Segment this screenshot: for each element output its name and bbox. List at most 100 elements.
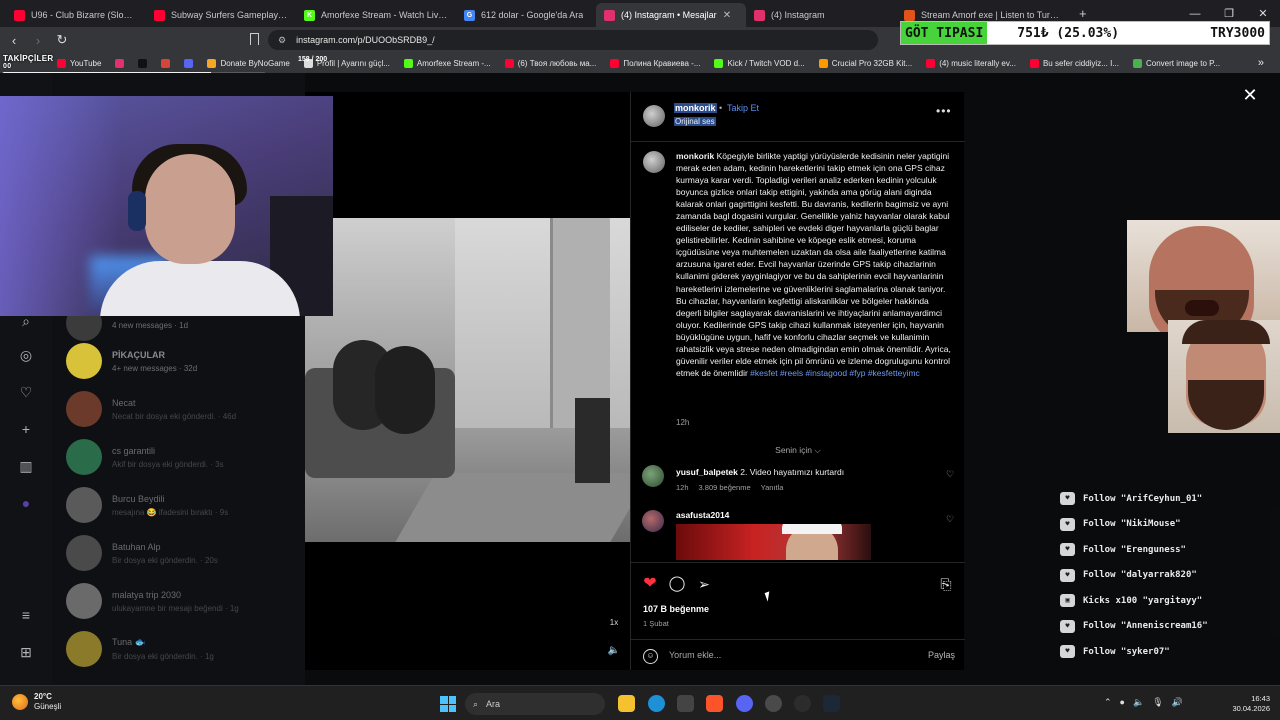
original-audio-link[interactable]: Orijinal ses	[674, 117, 716, 126]
restore-icon[interactable]: ❐	[1212, 7, 1246, 20]
avatar	[66, 343, 102, 379]
bookmark-item[interactable]: Bu sefer ciddiyiz... I...	[1023, 58, 1126, 68]
bookmark-item[interactable]	[177, 58, 200, 68]
browser-tab[interactable]: (4) Instagram • Mesajlar ✕	[596, 3, 746, 27]
new-tab-button[interactable]: +	[1071, 6, 1095, 21]
browser-tab[interactable]: (4) Instagram	[746, 3, 896, 27]
dm-conversation[interactable]: Burcu Beydili mesajına 😂 ifadesini bırakt…	[66, 481, 306, 529]
clock[interactable]: 16:43 30.04.2026	[1228, 694, 1270, 714]
windows-start-icon[interactable]	[440, 696, 456, 712]
emoji-icon[interactable]: ☺	[643, 649, 658, 664]
explore-icon[interactable]: ◎	[18, 347, 34, 363]
follow-button[interactable]: Takip Et	[727, 103, 759, 113]
follower-goal-sub: 00	[3, 63, 12, 70]
post-comment-button[interactable]: Paylaş	[928, 650, 955, 660]
comment-bubble-icon[interactable]: ◯	[668, 575, 686, 593]
threads-icon[interactable]: ●	[18, 495, 34, 511]
author-username[interactable]: monkorik	[674, 103, 717, 113]
more-options-icon[interactable]: •••	[936, 104, 952, 118]
comment-body: yusuf_balpetek 2. Video hayatımızı kurta…	[676, 467, 844, 477]
terminal-icon[interactable]	[677, 695, 694, 712]
save-bookmark-icon[interactable]: ⎘	[937, 575, 955, 593]
reply-button[interactable]: Yanıtla	[761, 483, 784, 492]
close-window-icon[interactable]: ✕	[1246, 7, 1280, 20]
author-avatar[interactable]	[643, 105, 665, 127]
commenter-avatar[interactable]	[642, 465, 664, 487]
browser-tab[interactable]: G 612 dolar - Google'da Ara	[456, 3, 596, 27]
menu-icon[interactable]: ≡	[18, 607, 34, 623]
bookmark-page-icon[interactable]	[250, 33, 259, 45]
forward-icon[interactable]: ›	[28, 33, 48, 48]
dm-conversation[interactable]: Necat Necat bir dosya eki gönderdi. · 46d	[66, 385, 306, 433]
tray-app-icon[interactable]: ●	[1120, 697, 1125, 708]
dashboard-icon[interactable]: ▥	[18, 458, 34, 474]
commenter-avatar[interactable]	[642, 510, 664, 532]
bookmark-item[interactable]: Convert image to P...	[1126, 58, 1227, 68]
bookmark-item[interactable]: (4) music literally ev...	[919, 58, 1023, 68]
reload-icon[interactable]: ↻	[52, 32, 72, 48]
volume-icon[interactable]: 🔈	[605, 642, 623, 660]
speed-button[interactable]: 1x	[605, 614, 623, 632]
dm-conversation[interactable]: Tuna 🐟 Bir dosya eki gönderdin. · 1g	[66, 625, 306, 673]
like-comment-heart-icon[interactable]: ♡	[946, 514, 954, 525]
dm-conversation[interactable]: PİKAÇULAR 4+ new messages · 32d	[66, 337, 306, 385]
apps-grid-icon[interactable]: ⊞	[18, 644, 34, 660]
caption-username[interactable]: monkorik	[676, 151, 714, 161]
caption-author-avatar[interactable]	[643, 151, 665, 173]
speaker-icon[interactable]: 🔈	[1133, 697, 1144, 708]
site-info-icon[interactable]: ⚙	[278, 35, 286, 46]
like-comment-heart-icon[interactable]: ♡	[946, 469, 954, 480]
bookmark-item[interactable]	[108, 58, 131, 68]
commenter-username[interactable]: asafusta2014	[676, 510, 729, 520]
back-icon[interactable]: ‹	[4, 33, 24, 48]
comment-input[interactable]	[669, 650, 899, 660]
obs-icon[interactable]	[794, 695, 811, 712]
share-send-icon[interactable]: ➢	[695, 575, 713, 593]
dm-preview: Bir dosya eki gönderdin. · 1g	[112, 652, 214, 661]
browser-tab[interactable]: Subway Surfers Gameplay No Copyr	[146, 3, 296, 27]
comment-image[interactable]	[676, 524, 871, 560]
caption-hashtags[interactable]: #kesfet #reels #instagood #fyp #kesfette…	[750, 368, 920, 378]
dm-conversation[interactable]: Batuhan Alp Bir dosya eki gönderdin. · 20…	[66, 529, 306, 577]
create-plus-icon[interactable]: +	[18, 421, 34, 437]
more-bookmarks-icon[interactable]: »	[1258, 57, 1280, 69]
bookmark-item[interactable]: Amorfexe Stream -...	[397, 58, 498, 68]
weather-widget[interactable]: 20°C Güneşli	[12, 692, 61, 712]
minimize-icon[interactable]: —	[1178, 8, 1212, 20]
volume-icon[interactable]: 🔊	[1172, 697, 1183, 708]
likes-count[interactable]: 107 B beğenme	[643, 604, 709, 614]
post-actions: ❤ ◯ ➢ ⎘ 107 B beğenme 1 Şubat ☺ Paylaş	[631, 562, 965, 670]
steam-icon[interactable]	[823, 695, 840, 712]
taskbar-search[interactable]: ⌕ Ara	[465, 693, 605, 715]
browser-tab[interactable]: U96 - Club Bizarre (Slowed Remi	[6, 3, 146, 27]
notifications-heart-icon[interactable]: ♡	[18, 384, 34, 400]
dm-text: PİKAÇULAR 4+ new messages · 32d	[112, 350, 197, 373]
like-heart-icon[interactable]: ❤	[641, 575, 659, 593]
browser-tab[interactable]: K Amorfexe Stream - Watch Live on Ki	[296, 3, 456, 27]
bookmark-item[interactable]	[154, 58, 177, 68]
file-explorer-icon[interactable]	[618, 695, 635, 712]
edge-icon[interactable]	[648, 695, 665, 712]
tray-expand-icon[interactable]: ⌃	[1104, 697, 1112, 708]
discord-icon[interactable]	[736, 695, 753, 712]
settings-gear-icon[interactable]	[765, 695, 782, 712]
bookmark-item[interactable]	[131, 58, 154, 68]
url-field[interactable]: ⚙ instagram.com/p/DUOObSRDB9_/	[268, 30, 878, 50]
bookmark-item[interactable]: Crucial Pro 32GB Kit...	[812, 58, 919, 68]
microphone-icon[interactable]: 🎙	[1152, 697, 1163, 708]
close-icon[interactable]: ✕	[1240, 85, 1260, 105]
close-tab-icon[interactable]: ✕	[723, 10, 731, 21]
dm-conversation[interactable]: cs garantili Akif bir dosya eki gönderdi.…	[66, 433, 306, 481]
dm-conversation[interactable]: malatya trip 2030 ulukayamne bir mesajı b…	[66, 577, 306, 625]
brave-icon[interactable]	[706, 695, 723, 712]
reel-video-player[interactable]: 1x 🔈	[305, 92, 630, 670]
commenter-username[interactable]: yusuf_balpetek	[676, 467, 738, 477]
bookmark-item[interactable]: Donate ByNoGame	[200, 58, 296, 68]
dm-preview: Akif bir dosya eki gönderdi. · 3s	[112, 459, 224, 469]
comment-likes[interactable]: 3.809 beğenme	[699, 483, 751, 492]
bookmark-item[interactable]: Kick / Twitch VOD d...	[707, 58, 811, 68]
comments-sort-dropdown[interactable]: Senin için ⌵	[631, 445, 965, 456]
bookmark-item[interactable]: (6) Твоя любовь ма...	[498, 58, 604, 68]
bookmark-item[interactable]: Полина Кравиева -...	[603, 58, 707, 68]
follow-alert: ♥ Follow "Erenguness"	[1060, 537, 1275, 563]
